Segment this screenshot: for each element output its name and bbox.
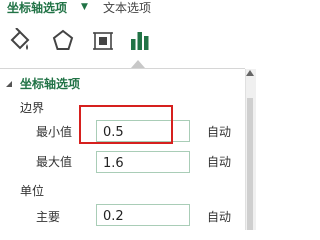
- min-label: 最小值: [36, 125, 73, 139]
- major-label: 主要: [36, 210, 61, 224]
- tab-dropdown-icon[interactable]: ▼: [81, 2, 88, 12]
- fill-line-icon[interactable]: [8, 27, 32, 56]
- scrollbar-thumb[interactable]: [247, 98, 253, 230]
- bounds-heading: 边界: [20, 101, 45, 115]
- major-input[interactable]: [97, 206, 189, 227]
- divider: [0, 68, 245, 69]
- max-field[interactable]: [96, 151, 190, 174]
- max-auto-button[interactable]: 自动: [207, 153, 231, 170]
- selected-indicator: [131, 60, 145, 68]
- tab-text-options[interactable]: 文本选项: [103, 0, 151, 16]
- size-properties-icon[interactable]: [92, 28, 114, 56]
- collapse-triangle-icon[interactable]: [6, 81, 12, 87]
- major-auto-button[interactable]: 自动: [207, 208, 231, 225]
- effects-icon[interactable]: [52, 28, 74, 56]
- max-input[interactable]: [97, 153, 189, 174]
- units-heading: 单位: [20, 184, 45, 198]
- section-title[interactable]: 坐标轴选项: [20, 75, 80, 92]
- major-field[interactable]: [96, 204, 190, 227]
- min-auto-button[interactable]: 自动: [207, 123, 231, 140]
- highlight-box: [79, 105, 173, 144]
- max-label: 最大值: [36, 155, 73, 169]
- scroll-up-arrow-icon[interactable]: [246, 70, 254, 76]
- axis-options-icon[interactable]: [129, 28, 151, 56]
- tab-axis-options[interactable]: 坐标轴选项: [7, 0, 67, 16]
